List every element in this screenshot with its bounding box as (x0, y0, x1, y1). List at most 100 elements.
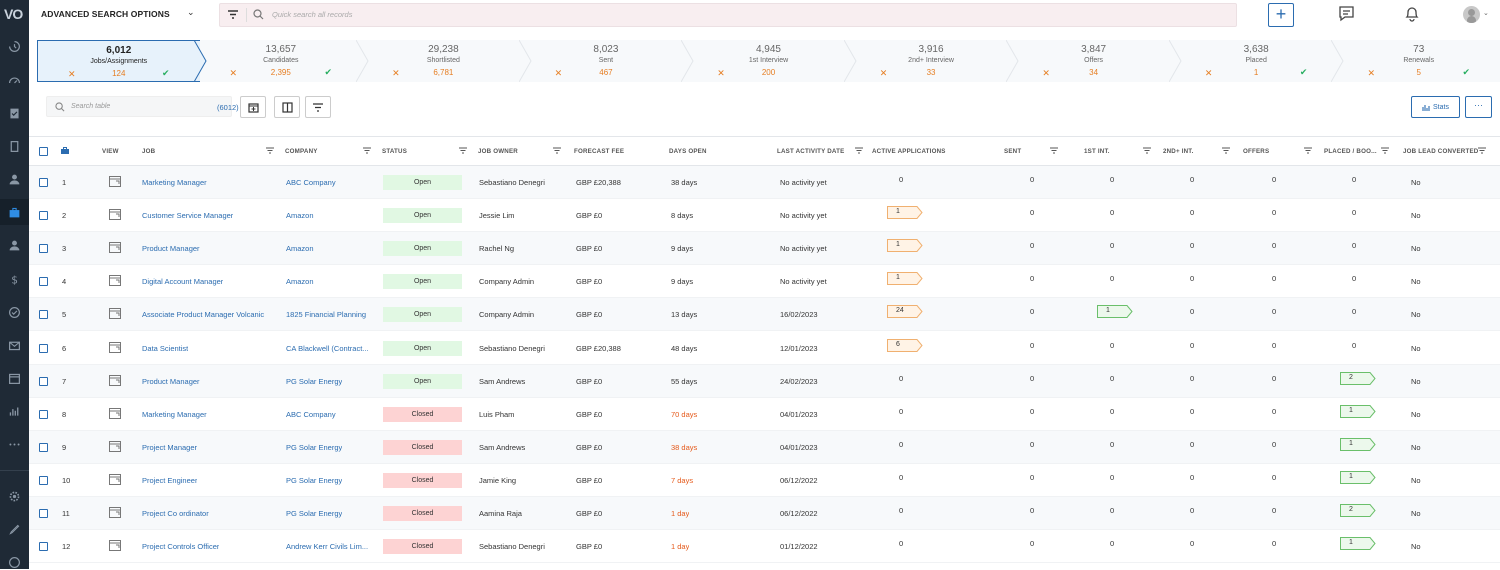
job-link[interactable]: Customer Service Manager (142, 211, 233, 220)
placed-tag[interactable]: 1 (1340, 537, 1376, 551)
view-record-icon[interactable] (109, 341, 121, 353)
reports-icon[interactable] (6, 403, 22, 419)
company-link[interactable]: Amazon (286, 211, 314, 220)
building-icon[interactable] (6, 138, 22, 154)
help-icon[interactable] (6, 554, 22, 570)
table-row[interactable]: 12 Project Controls Officer Andrew Kerr … (29, 530, 1500, 564)
pipeline-stage[interactable]: 3,916 2nd+ Interview ✕ 33 (850, 40, 1013, 82)
table-row[interactable]: 6 Data Scientist CA Blackwell (Contract.… (29, 332, 1500, 365)
column-filter-icon[interactable] (459, 147, 467, 154)
candidate-icon[interactable] (6, 237, 22, 253)
table-row[interactable]: 7 Product Manager PG Solar Energy Open S… (29, 364, 1500, 398)
job-link[interactable]: Project Co ordinator (142, 509, 209, 518)
mail-icon[interactable] (6, 337, 22, 353)
pencil-icon[interactable] (6, 521, 22, 537)
column-filter-icon[interactable] (1381, 147, 1389, 154)
view-record-icon[interactable] (109, 209, 121, 221)
check-icon[interactable]: ✔ (162, 68, 170, 79)
pipeline-stage[interactable]: 29,238 Shortlisted ✕ 6,781 (362, 40, 525, 82)
column-filter-icon[interactable] (363, 147, 371, 154)
row-checkbox[interactable] (39, 244, 48, 254)
row-checkbox[interactable] (39, 542, 48, 552)
row-checkbox[interactable] (39, 310, 48, 320)
more-options-button[interactable]: ··· (1465, 96, 1492, 118)
column-filter-icon[interactable] (1304, 147, 1312, 154)
company-link[interactable]: CA Blackwell (Contract... (286, 344, 369, 353)
table-row[interactable]: 1 Marketing Manager ABC Company Open Seb… (29, 166, 1500, 199)
placed-tag[interactable]: 2 (1340, 504, 1376, 517)
calendar-icon[interactable] (6, 370, 22, 386)
row-checkbox[interactable] (39, 409, 48, 419)
active-applications-tag[interactable]: 6 (887, 338, 923, 352)
chat-icon[interactable] (1338, 5, 1355, 22)
view-record-icon[interactable] (109, 507, 121, 518)
pipeline-stage[interactable]: 4,945 1st Interview ✕ 200 (687, 40, 850, 82)
col-forecast-fee[interactable]: FORECAST FEE (574, 148, 624, 155)
job-link[interactable]: Product Manager (142, 244, 200, 253)
col-2nd-int[interactable]: 2ND+ INT. (1163, 148, 1194, 155)
row-checkbox[interactable] (39, 442, 48, 452)
view-record-icon[interactable] (109, 176, 121, 187)
company-link[interactable]: Amazon (286, 277, 314, 286)
company-link[interactable]: Andrew Kerr Civils Lim... (286, 542, 368, 551)
placed-tag[interactable]: 1 (1340, 437, 1376, 451)
view-record-icon[interactable] (109, 308, 121, 320)
row-checkbox[interactable] (39, 277, 48, 287)
briefcase-icon[interactable] (0, 199, 29, 225)
view-record-icon[interactable] (109, 275, 121, 287)
check-circle-icon[interactable] (6, 304, 22, 320)
filter-icon[interactable] (228, 10, 238, 19)
table-row[interactable]: 10 Project Engineer PG Solar Energy Clos… (29, 464, 1500, 497)
job-link[interactable]: Data Scientist (142, 344, 188, 353)
view-record-icon[interactable] (109, 407, 121, 419)
row-checkbox[interactable] (39, 475, 48, 485)
company-link[interactable]: 1825 Financial Planning (286, 310, 366, 319)
bell-icon[interactable] (1404, 5, 1420, 22)
row-checkbox[interactable] (39, 509, 48, 518)
company-link[interactable]: PG Solar Energy (286, 509, 342, 518)
pipeline-stage[interactable]: 8,023 Sent ✕ 467 (525, 40, 688, 82)
col-active-applications[interactable]: ACTIVE APPLICATIONS (872, 148, 946, 155)
row-checkbox[interactable] (39, 343, 48, 353)
pipeline-stage[interactable]: 13,657 Candidates ✕ 2,395 ✔ (200, 40, 363, 82)
col-status[interactable]: STATUS (382, 148, 407, 155)
row-checkbox[interactable] (39, 376, 48, 386)
job-link[interactable]: Digital Account Manager (142, 277, 223, 286)
table-row[interactable]: 2 Customer Service Manager Amazon Open J… (29, 199, 1500, 233)
column-filter-icon[interactable] (553, 147, 561, 154)
view-record-icon[interactable] (109, 440, 121, 452)
avatar[interactable] (1463, 6, 1480, 23)
placed-tag[interactable]: 2 (1340, 371, 1376, 385)
col-1st-int[interactable]: 1ST INT. (1084, 148, 1110, 155)
check-icon[interactable]: ✔ (1300, 67, 1308, 78)
first-interview-tag[interactable]: 1 (1097, 305, 1133, 319)
column-filter-icon[interactable] (1050, 147, 1058, 154)
job-link[interactable]: Project Manager (142, 443, 197, 452)
pipeline-stage[interactable]: 3,638 Placed ✕ 1 ✔ (1175, 40, 1338, 82)
filter-button[interactable] (305, 96, 331, 118)
clipboard-icon[interactable] (6, 105, 22, 121)
view-record-icon[interactable] (109, 473, 121, 485)
add-calendar-button[interactable] (240, 96, 266, 118)
job-link[interactable]: Product Manager (142, 377, 200, 386)
active-applications-tag[interactable]: 24 (887, 305, 923, 319)
contacts-icon[interactable] (6, 171, 22, 187)
company-link[interactable]: PG Solar Energy (286, 443, 342, 452)
job-link[interactable]: Project Engineer (142, 476, 197, 485)
view-record-icon[interactable] (109, 374, 121, 386)
job-link[interactable]: Marketing Manager (142, 410, 207, 419)
columns-button[interactable] (274, 96, 300, 118)
col-sent[interactable]: SENT (1004, 148, 1021, 155)
table-row[interactable]: 11 Project Co ordinator PG Solar Energy … (29, 497, 1500, 530)
column-filter-icon[interactable] (1222, 147, 1230, 154)
company-link[interactable]: ABC Company (286, 178, 336, 187)
col-job-owner[interactable]: JOB OWNER (478, 148, 518, 155)
column-filter-icon[interactable] (1143, 147, 1151, 154)
active-applications-tag[interactable]: 1 (887, 239, 923, 253)
column-filter-icon[interactable] (1478, 147, 1486, 154)
active-applications-tag[interactable]: 1 (887, 206, 923, 220)
table-search-input[interactable]: Search table (6012) (46, 96, 239, 117)
settings-icon[interactable] (6, 488, 22, 504)
column-filter-icon[interactable] (855, 147, 863, 154)
table-row[interactable]: 4 Digital Account Manager Amazon Open Co… (29, 265, 1500, 299)
